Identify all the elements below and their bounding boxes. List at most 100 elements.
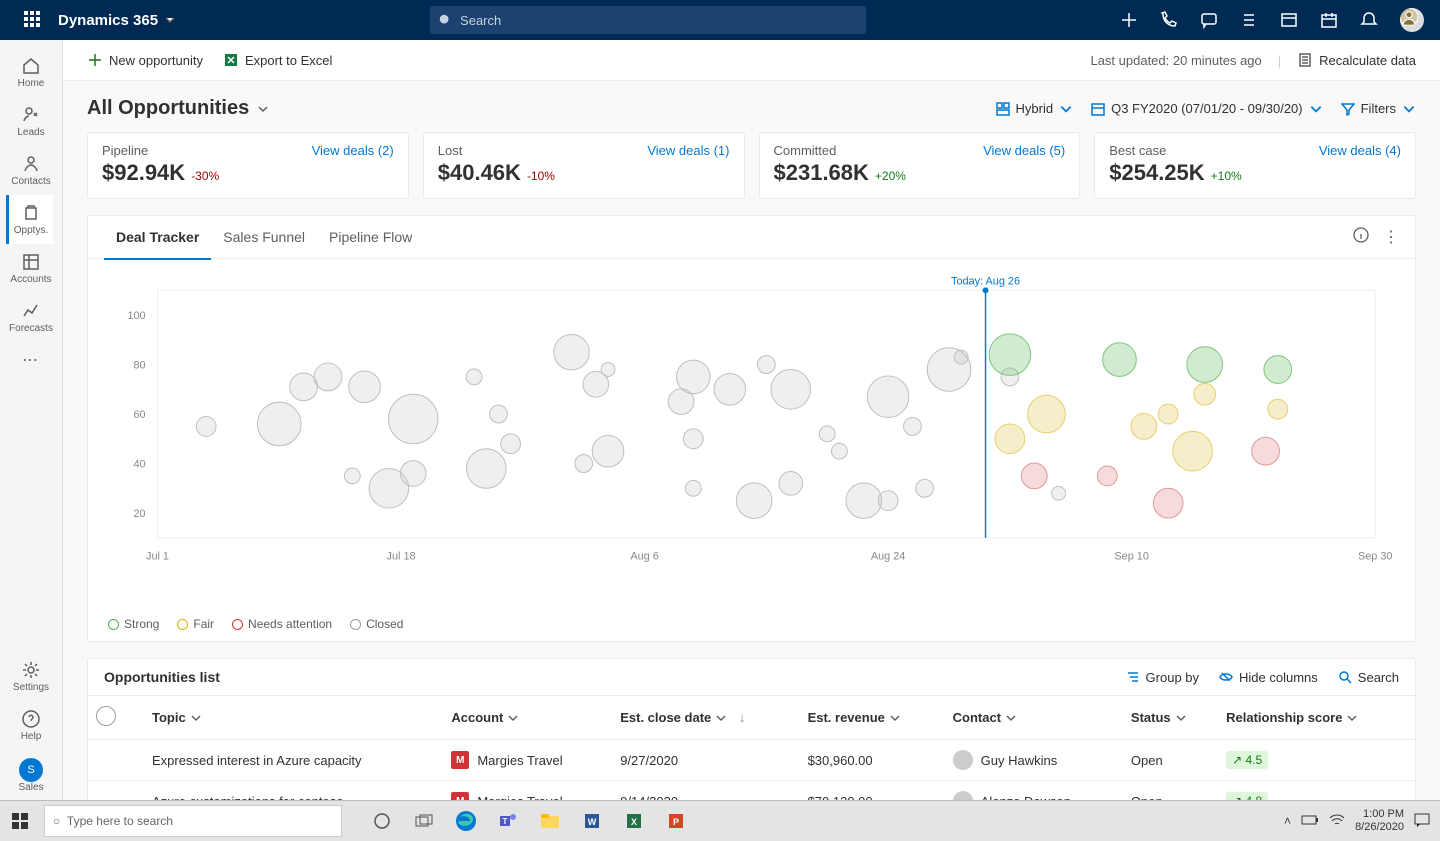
view-deals-link[interactable]: View deals (4) (1319, 143, 1401, 158)
col-header[interactable]: Account (443, 696, 612, 740)
brand-dropdown[interactable]: Dynamics 365 (58, 12, 176, 29)
svg-text:P: P (673, 817, 679, 827)
svg-text:Sep 30: Sep 30 (1358, 551, 1392, 563)
nav-help[interactable]: Help (0, 701, 62, 750)
nav-opptys.[interactable]: Opptys. (6, 195, 53, 244)
metric-card-committed: CommittedView deals (5)$231.68K+20% (759, 132, 1081, 199)
cortana-icon[interactable] (362, 801, 402, 841)
group-by-button[interactable]: Group by (1126, 670, 1199, 685)
export-excel-button[interactable]: Export to Excel (223, 52, 332, 68)
tray-battery-icon[interactable] (1301, 814, 1319, 829)
table-row[interactable]: Expressed interest in Azure capacityMMar… (88, 740, 1415, 781)
teams-icon[interactable]: T (488, 801, 528, 841)
col-header[interactable]: Est. close date ↓ (612, 696, 799, 740)
list-title: Opportunities list (104, 669, 220, 685)
windows-taskbar: ○ Type here to search T W X P ˄ 1:00 PM8… (0, 800, 1440, 841)
phone-icon[interactable] (1160, 11, 1178, 29)
tab-deal-tracker[interactable]: Deal Tracker (104, 216, 211, 260)
view-deals-link[interactable]: View deals (2) (312, 143, 394, 158)
list-search-button[interactable]: Search (1338, 670, 1399, 685)
command-bar: New opportunity Export to Excel Last upd… (63, 40, 1440, 81)
period-selector[interactable]: Q3 FY2020 (07/01/20 - 09/30/20) (1091, 101, 1323, 116)
filters-button[interactable]: Filters (1341, 101, 1416, 116)
col-header[interactable]: Topic (144, 696, 443, 740)
select-all-checkbox[interactable] (96, 706, 116, 726)
taskbar-clock[interactable]: 1:00 PM8/26/2020 (1355, 808, 1404, 834)
global-search[interactable]: Search (430, 6, 866, 34)
metric-card-pipeline: PipelineView deals (2)$92.94K-30% (87, 132, 409, 199)
svg-text:W: W (588, 817, 597, 827)
bell-icon[interactable] (1360, 11, 1378, 29)
chart-info-icon[interactable] (1353, 227, 1369, 247)
col-header[interactable]: Relationship score (1218, 696, 1415, 740)
chat-icon[interactable] (1200, 11, 1218, 29)
svg-text:60: 60 (134, 409, 146, 421)
legend-item: Strong (108, 617, 159, 631)
explorer-icon[interactable] (530, 801, 570, 841)
task-icon[interactable] (1240, 11, 1258, 29)
legend-item: Needs attention (232, 617, 332, 631)
excel-icon[interactable]: X (614, 801, 654, 841)
tab-sales-funnel[interactable]: Sales Funnel (211, 216, 317, 258)
svg-text:40: 40 (134, 459, 146, 471)
view-deals-link[interactable]: View deals (5) (983, 143, 1065, 158)
table-row[interactable]: Azure customizations for contosoMMargies… (88, 781, 1415, 802)
view-deals-link[interactable]: View deals (1) (647, 143, 729, 158)
tray-wifi-icon[interactable] (1329, 814, 1345, 829)
metric-card-lost: LostView deals (1)$40.46K-10% (423, 132, 745, 199)
opportunities-list-panel: Opportunities list Group by Hide columns… (87, 658, 1416, 801)
legend-item: Closed (350, 617, 403, 631)
nav-contacts[interactable]: Contacts (9, 146, 53, 195)
svg-text:Aug 6: Aug 6 (630, 551, 658, 563)
svg-text:Today: Aug 26: Today: Aug 26 (951, 275, 1020, 287)
metric-card-best-case: Best caseView deals (4)$254.25K+10% (1094, 132, 1416, 199)
chart-tabs: Deal TrackerSales FunnelPipeline Flow ⋮ (88, 216, 1415, 259)
svg-text:20: 20 (134, 508, 146, 520)
nav-settings[interactable]: Settings (0, 652, 62, 701)
nav-leads[interactable]: Leads (9, 97, 53, 146)
chart-panel: Deal TrackerSales FunnelPipeline Flow ⋮ … (87, 215, 1416, 642)
panel-icon[interactable] (1280, 11, 1298, 29)
notification-icon[interactable] (1414, 813, 1430, 830)
svg-text:Aug 24: Aug 24 (871, 551, 905, 563)
chart-legend: Strong Fair Needs attention Closed (88, 613, 1415, 641)
opportunities-table: Topic Account Est. close date ↓Est. reve… (88, 696, 1415, 801)
calendar-icon[interactable] (1320, 11, 1338, 29)
hide-columns-button[interactable]: Hide columns (1219, 670, 1318, 685)
powerpoint-icon[interactable]: P (656, 801, 696, 841)
legend-item: Fair (177, 617, 214, 631)
app-launcher-icon[interactable] (24, 11, 42, 29)
nav-forecasts[interactable]: Forecasts (9, 293, 53, 342)
last-updated-text: Last updated: 20 minutes ago (1090, 53, 1261, 68)
col-header[interactable]: Contact (945, 696, 1123, 740)
svg-text:80: 80 (134, 360, 146, 372)
view-selector[interactable]: Hybrid (996, 101, 1074, 116)
recalculate-button[interactable]: Recalculate data (1297, 52, 1416, 68)
left-nav: HomeLeadsContactsOpptys.AccountsForecast… (0, 40, 63, 801)
search-placeholder: Search (460, 13, 501, 28)
nav-more[interactable]: ⋯ (0, 342, 62, 378)
deal-tracker-bubble-chart[interactable]: 10080604020Jul 1Jul 18Aug 6Aug 24Sep 10S… (108, 269, 1395, 569)
top-app-bar: Dynamics 365 Search (0, 0, 1440, 40)
topbar-actions (1120, 8, 1432, 32)
nav-home[interactable]: Home (9, 48, 53, 97)
nav-sales-avatar[interactable]: SSales (0, 750, 62, 801)
user-avatar[interactable] (1400, 8, 1424, 32)
tab-pipeline-flow[interactable]: Pipeline Flow (317, 216, 424, 258)
tray-chevron-icon[interactable]: ˄ (1284, 814, 1291, 828)
word-icon[interactable]: W (572, 801, 612, 841)
svg-text:Sep 10: Sep 10 (1114, 551, 1148, 563)
svg-text:X: X (631, 817, 637, 827)
nav-accounts[interactable]: Accounts (9, 244, 53, 293)
new-opportunity-button[interactable]: New opportunity (87, 52, 203, 68)
edge-icon[interactable] (446, 801, 486, 841)
col-header[interactable]: Status (1123, 696, 1218, 740)
page-title[interactable]: All Opportunities (87, 97, 269, 120)
add-icon[interactable] (1120, 11, 1138, 29)
chart-more-icon[interactable]: ⋮ (1383, 227, 1399, 247)
taskbar-search[interactable]: ○ Type here to search (44, 805, 342, 837)
task-view-icon[interactable] (404, 801, 444, 841)
svg-text:100: 100 (127, 310, 145, 322)
start-button[interactable] (0, 801, 40, 841)
col-header[interactable]: Est. revenue (800, 696, 945, 740)
